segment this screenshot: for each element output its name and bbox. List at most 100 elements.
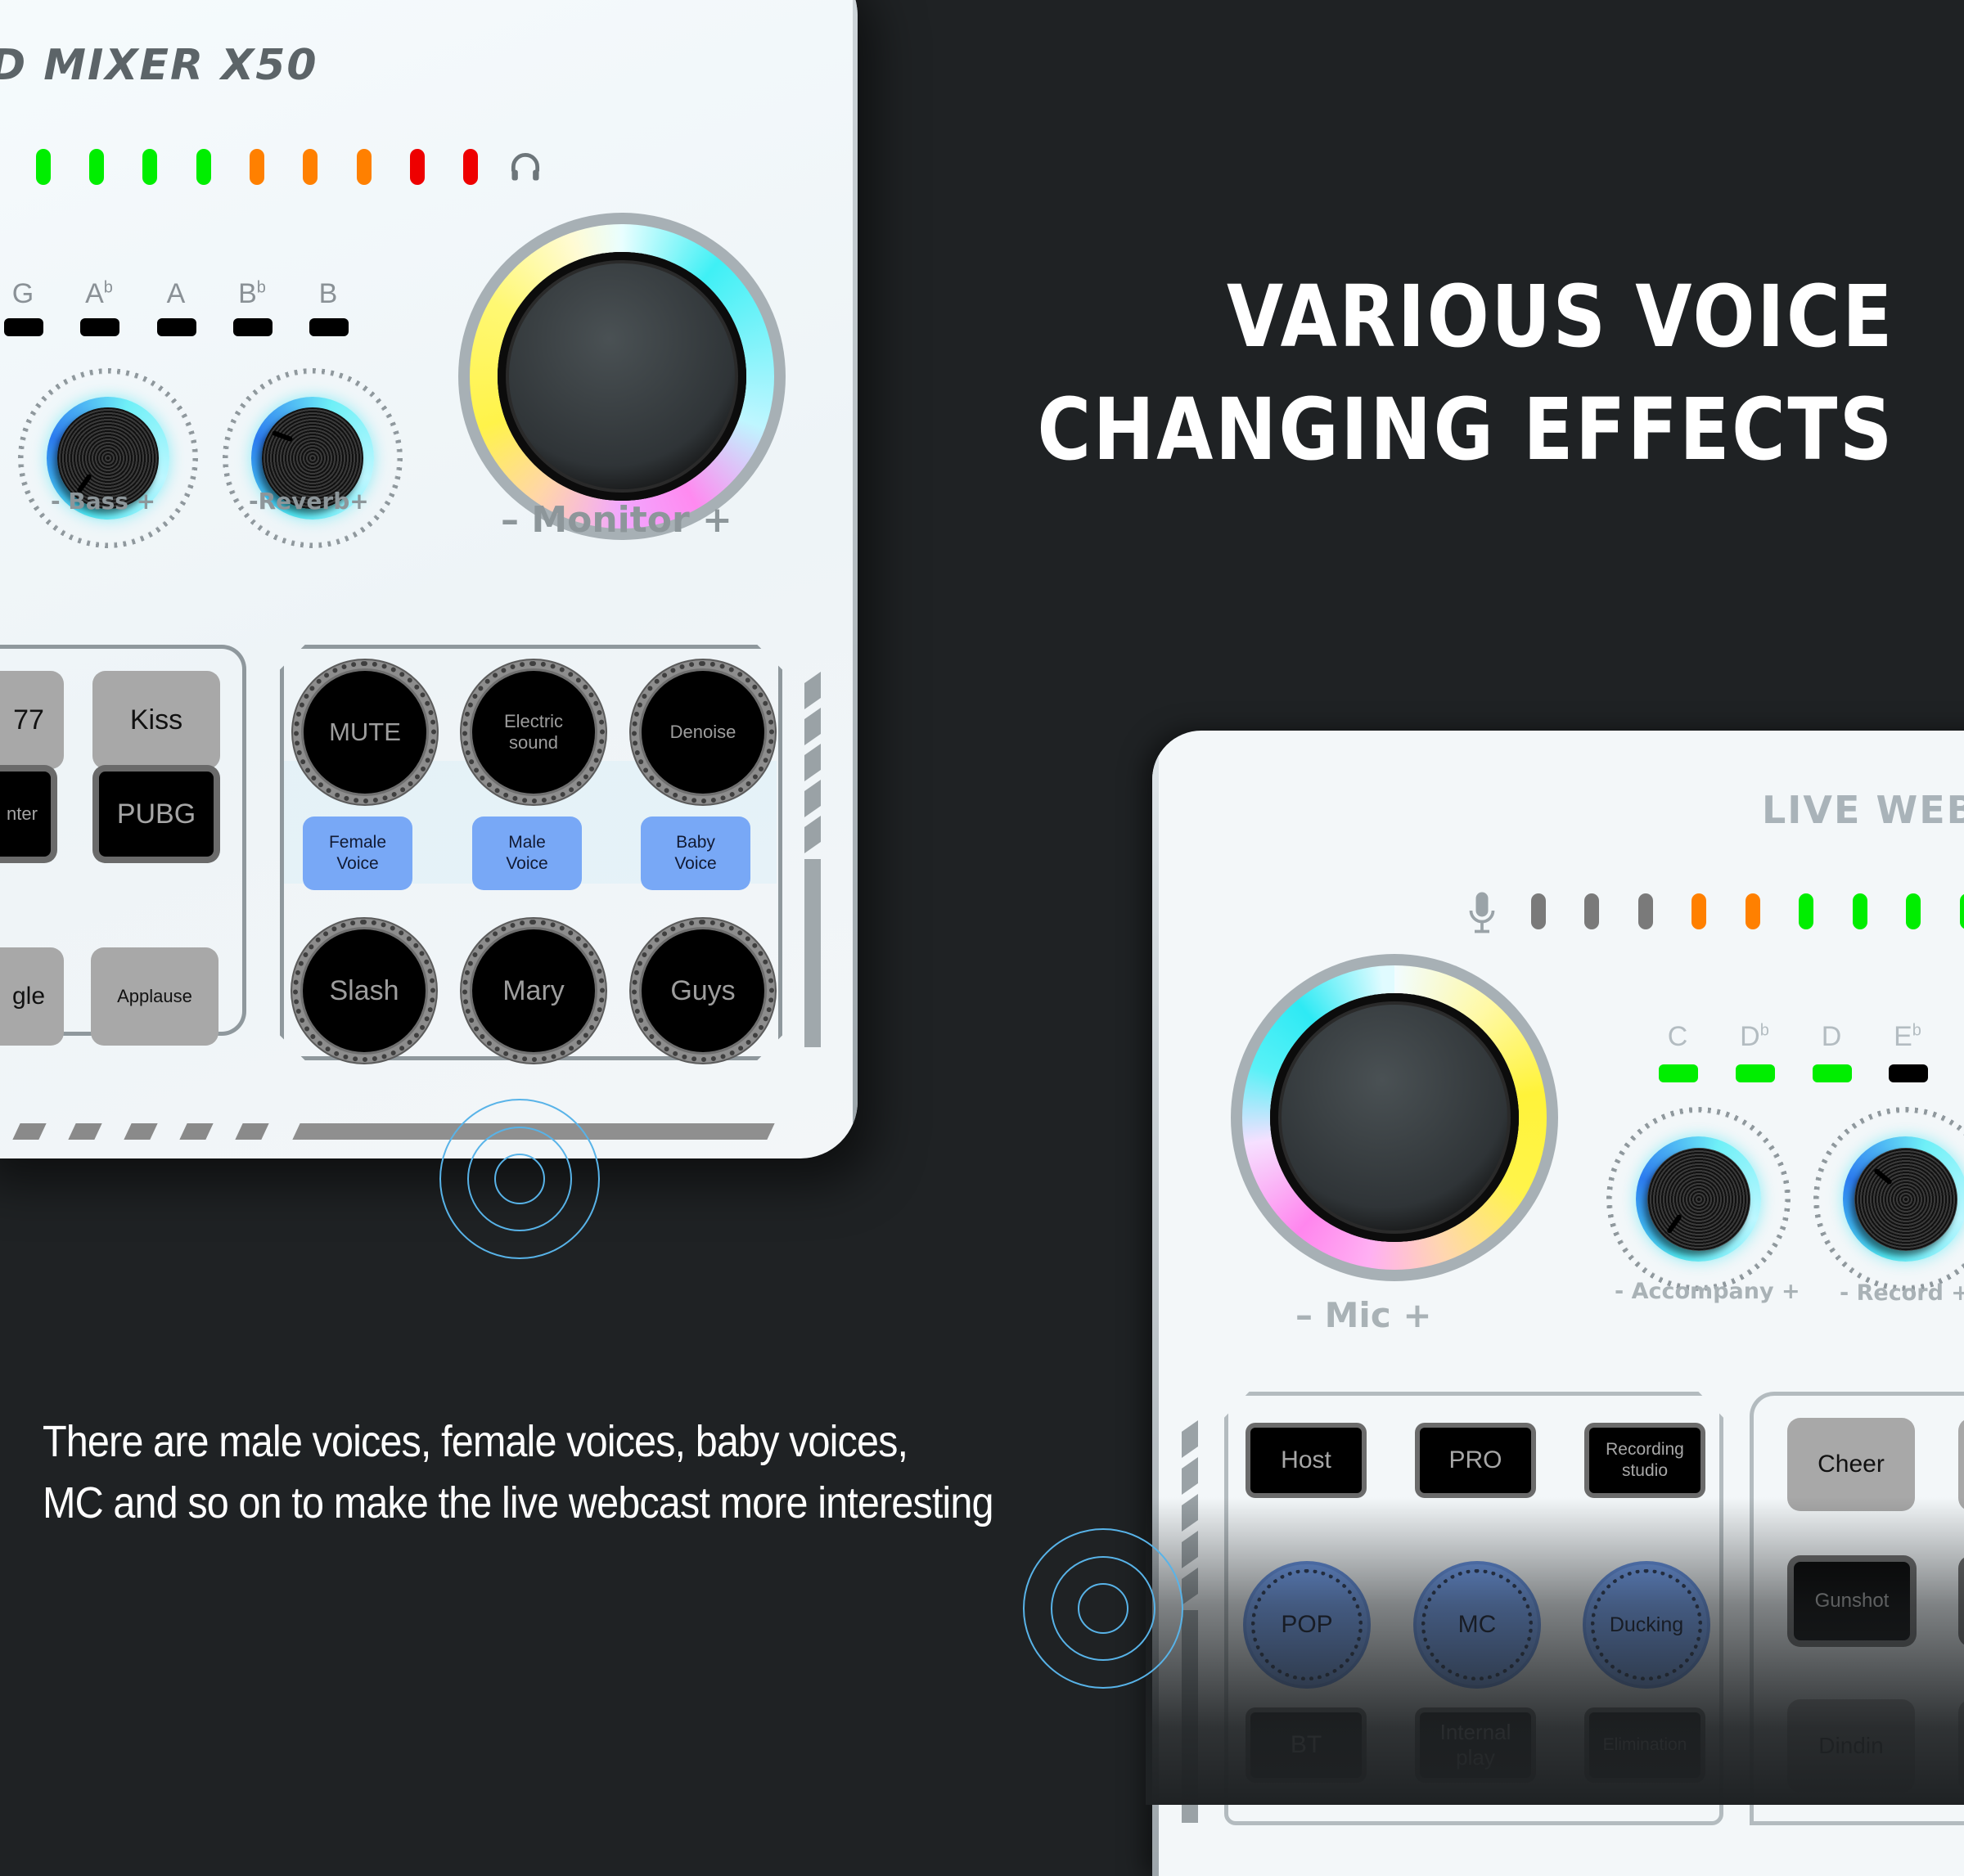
level-led (1531, 893, 1546, 929)
decor-stripe (235, 1123, 269, 1140)
decor-stripe (804, 707, 821, 746)
level-led (1906, 893, 1921, 929)
key-note-label: C (1667, 1021, 1688, 1052)
decor-stripe (804, 671, 821, 710)
mode-pad-bt[interactable]: BT (1250, 1712, 1362, 1778)
key-note-label: A (166, 278, 186, 309)
level-led (1638, 893, 1653, 929)
sound-pad-pubg[interactable]: PUBG (99, 772, 214, 857)
level-led (410, 149, 425, 185)
headline: VARIOUS VOICE CHANGING EFFECTS (1038, 260, 1894, 486)
body-copy-line-1: There are male voices, female voices, ba… (43, 1417, 908, 1466)
left-mixer-device: D MIXER X50 G Ab A Bb B - Bass + -Reverb… (0, 0, 858, 1158)
effect-pad-denoise[interactable]: Denoise (632, 661, 774, 803)
sound-pad-kiss[interactable]: Kiss (92, 671, 220, 769)
sound-pad[interactable]: 77 (0, 671, 64, 769)
decor-stripe (12, 1123, 47, 1140)
mode-pad-host[interactable]: Host (1250, 1428, 1362, 1493)
level-led (463, 149, 478, 185)
effect-pad-electric-sound[interactable]: Electric sound (462, 661, 605, 803)
effect-pad-mute[interactable]: MUTE (294, 661, 436, 803)
level-led (142, 149, 157, 185)
reverb-knob[interactable] (223, 368, 403, 548)
decor-stripe (804, 743, 821, 782)
sound-pad-cheer[interactable]: Cheer (1787, 1418, 1915, 1511)
decor-stripe (124, 1123, 158, 1140)
level-led (1746, 893, 1760, 929)
mode-pad-pro[interactable]: PRO (1420, 1428, 1531, 1493)
level-led (89, 149, 104, 185)
level-led (1960, 893, 1964, 929)
decor-stripe (804, 779, 821, 818)
key-note-label: D (1821, 1021, 1842, 1052)
decor-stripe (68, 1123, 102, 1140)
level-led (196, 149, 211, 185)
key-note-led (1736, 1064, 1775, 1082)
left-device-brand: D MIXER X50 (0, 41, 318, 90)
key-note-label: Eb (1894, 1021, 1921, 1052)
mode-pad-internal-play[interactable]: Internal play (1420, 1712, 1531, 1778)
effect-pad-slash[interactable]: Slash (293, 920, 435, 1062)
headphones-icon (511, 153, 540, 181)
mode-pad-mc[interactable]: MC (1417, 1564, 1538, 1685)
level-led (1584, 893, 1599, 929)
decor-stripe (179, 1123, 214, 1140)
decor-stripe (804, 815, 821, 854)
key-note-led (157, 318, 196, 336)
sound-pad[interactable]: gle (0, 947, 64, 1046)
sound-pad[interactable]: nter (0, 772, 51, 857)
sound-pad-dindin[interactable]: Dindin (1787, 1699, 1915, 1793)
key-note-led (4, 318, 43, 336)
key-note-label: B (318, 278, 338, 309)
decor-stripe (1182, 1530, 1198, 1569)
mic-knob-label: – Mic + (1295, 1295, 1432, 1335)
sound-pad-gunshot[interactable]: Gunshot (1794, 1562, 1910, 1640)
record-knob[interactable] (1813, 1107, 1964, 1291)
right-device-brand: LIVE WEBC (1762, 788, 1964, 832)
sound-pad-applause[interactable]: Applause (91, 947, 218, 1046)
level-led (1799, 893, 1813, 929)
body-copy: There are male voices, female voices, ba… (43, 1411, 993, 1534)
key-note-label: Bb (238, 278, 266, 309)
microphone-icon (1469, 892, 1495, 934)
mode-pad-pop[interactable]: POP (1246, 1564, 1367, 1685)
accompany-knob[interactable] (1606, 1107, 1791, 1291)
key-note-led (1889, 1064, 1928, 1082)
sound-pad[interactable] (1958, 1699, 1964, 1793)
decor-stripe (1182, 1419, 1198, 1459)
level-led (250, 149, 264, 185)
sound-pad[interactable] (1958, 1418, 1964, 1511)
level-led (357, 149, 372, 185)
monitor-knob-label: – Monitor + (501, 499, 732, 541)
effect-pad-female-voice[interactable]: Female Voice (303, 817, 412, 890)
bass-knob-label: - Bass + (51, 488, 156, 515)
key-note-led (1813, 1064, 1852, 1082)
decor-stripe (1182, 1493, 1198, 1532)
decor-stripe (1182, 1567, 1198, 1606)
effect-pad-baby-voice[interactable]: Baby Voice (641, 817, 750, 890)
effect-pad-guys[interactable]: Guys (632, 920, 774, 1062)
body-copy-line-2: MC and so on to make the live webcast mo… (43, 1478, 993, 1527)
mode-pad-recording-studio[interactable]: Recording studio (1589, 1428, 1700, 1493)
headline-line-2: CHANGING EFFECTS (1037, 380, 1894, 479)
key-note-led (80, 318, 119, 336)
headline-line-1: VARIOUS VOICE (1227, 267, 1894, 367)
key-note-led (309, 318, 349, 336)
record-knob-label: - Record + (1840, 1280, 1964, 1306)
key-note-label: Ab (85, 278, 113, 309)
level-led (1691, 893, 1706, 929)
level-led (1853, 893, 1867, 929)
effect-pad-male-voice[interactable]: Male Voice (472, 817, 582, 890)
right-mixer-device: LIVE WEBC C Db D Eb – Mic + (1152, 731, 1964, 1876)
mic-knob[interactable] (1200, 923, 1589, 1312)
key-note-label: Db (1740, 1021, 1769, 1052)
level-led (36, 149, 51, 185)
key-note-led (1659, 1064, 1698, 1082)
level-led (303, 149, 318, 185)
effect-pad-mary[interactable]: Mary (462, 920, 605, 1062)
mode-pad-ducking[interactable]: Ducking (1586, 1564, 1707, 1685)
bass-knob[interactable] (18, 368, 198, 548)
mode-pad-elimination[interactable]: Elimination (1589, 1712, 1700, 1778)
key-note-label: G (11, 278, 34, 309)
decor-stripe (1182, 1456, 1198, 1496)
